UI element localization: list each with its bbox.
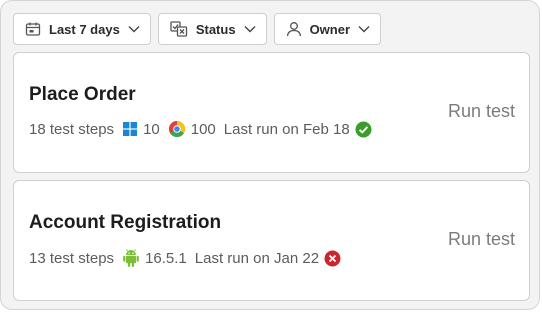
last-run-text: Last run on Jan 22 [194,249,320,267]
user-icon [286,22,301,37]
last-run: Last run on Jan 22 [195,250,341,267]
filter-bar: Last 7 days Status Owner [13,13,382,45]
test-card[interactable]: Place Order 18 test steps 10 100 Last ru… [13,52,530,173]
status-icon [170,21,187,37]
date-range-filter[interactable]: Last 7 days [13,13,151,45]
test-step-count: 18 test steps [29,120,115,138]
test-list-panel: Last 7 days Status Owner Place Order 18 … [0,0,540,310]
chevron-down-icon [128,26,140,33]
android-env: 16.5.1 [122,248,187,268]
windows-icon [123,122,138,136]
owner-filter[interactable]: Owner [273,13,382,45]
run-test-button[interactable]: Run test [448,101,515,122]
windows-env: 10 [122,121,160,138]
check-circle-icon [355,121,372,137]
test-card[interactable]: Account Registration 13 test steps 16.5.… [13,180,530,301]
run-test-button[interactable]: Run test [448,229,515,250]
last-run-text: Last run on Feb 18 [223,120,350,138]
last-run: Last run on Feb 18 [224,121,372,138]
chrome-version: 100 [190,120,216,138]
chrome-icon [168,121,185,138]
date-range-label: Last 7 days [49,21,120,37]
windows-version: 10 [143,120,160,138]
owner-label: Owner [309,21,351,37]
test-meta: 13 test steps 16.5.1 Last run on Jan 22 [29,248,341,268]
status-label: Status [195,21,236,37]
test-title: Account Registration [29,212,222,233]
android-version: 16.5.1 [145,249,187,267]
android-icon [123,249,139,267]
test-title: Place Order [29,84,136,105]
chevron-down-icon [244,26,256,33]
chrome-env: 100 [168,120,216,138]
chevron-down-icon [358,26,370,33]
calendar-icon [25,22,41,36]
test-meta: 18 test steps 10 100 Last run on Feb 18 [29,120,372,138]
status-filter[interactable]: Status [157,13,267,45]
test-step-count: 13 test steps [29,249,115,267]
error-circle-icon [324,250,341,266]
